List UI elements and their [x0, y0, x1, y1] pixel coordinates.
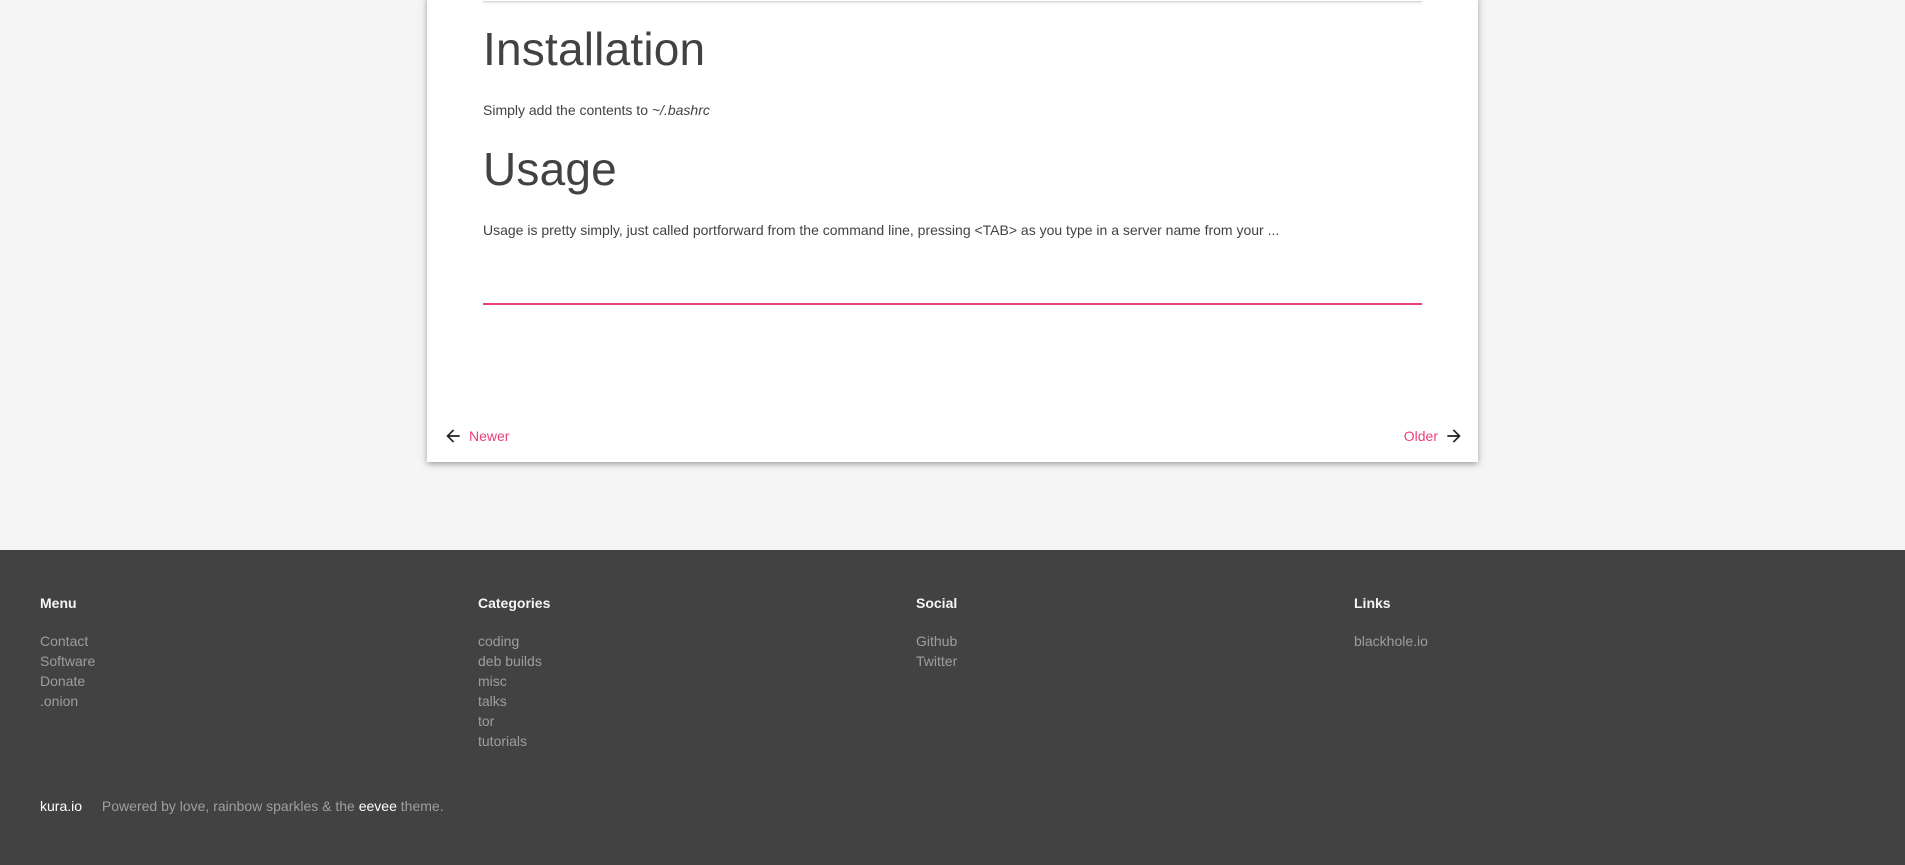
footer-social-list: Github Twitter	[916, 631, 957, 671]
footer-social-title: Social	[916, 595, 958, 611]
footer-menu-column: Menu Contact Software Donate .onion	[40, 593, 95, 711]
footer-theme-link[interactable]: eevee	[359, 798, 397, 814]
footer-social-github[interactable]: Github	[916, 631, 957, 651]
footer-category-tor[interactable]: tor	[478, 711, 550, 731]
footer-category-tutorials[interactable]: tutorials	[478, 731, 550, 751]
footer-category-deb-builds[interactable]: deb builds	[478, 651, 550, 671]
footer-categories-list: coding deb builds misc talks tor tutoria…	[478, 631, 550, 751]
older-label: Older	[1403, 428, 1438, 444]
footer-copyright: kura.io Powered by love, rainbow sparkle…	[40, 798, 444, 814]
footer-links-title: Links	[1354, 595, 1391, 611]
footer-social-column: Social Github Twitter	[916, 593, 957, 671]
usage-heading: Usage	[483, 143, 617, 195]
footer-category-coding[interactable]: coding	[478, 631, 550, 651]
footer-menu-title: Menu	[40, 595, 77, 611]
usage-text: Usage is pretty simply, just called port…	[483, 222, 1280, 238]
site-footer: Menu Contact Software Donate .onion Cate…	[0, 550, 1905, 865]
article-card: Installation Simply add the contents to …	[427, 0, 1478, 462]
newer-label: Newer	[469, 428, 510, 444]
newer-posts-link[interactable]: Newer	[443, 426, 509, 446]
installation-heading: Installation	[483, 23, 706, 75]
footer-brand-link[interactable]: kura.io	[40, 798, 82, 814]
footer-links-column: Links blackhole.io	[1354, 593, 1428, 651]
footer-social-twitter[interactable]: Twitter	[916, 651, 957, 671]
footer-categories-column: Categories coding deb builds misc talks …	[478, 593, 550, 751]
footer-category-talks[interactable]: talks	[478, 691, 550, 711]
footer-menu-list: Contact Software Donate .onion	[40, 631, 95, 711]
installation-text-prefix: Simply add the contents to	[483, 102, 652, 118]
footer-powered-prefix: Powered by love, rainbow sparkles & the	[101, 798, 359, 814]
older-posts-link[interactable]: Older	[1404, 426, 1464, 446]
footer-category-misc[interactable]: misc	[478, 671, 550, 691]
footer-link-onion[interactable]: .onion	[40, 691, 95, 711]
read-more-divider	[483, 303, 1422, 305]
bashrc-filename: ~/.bashrc	[651, 102, 710, 118]
code-block-edge	[483, 0, 1422, 2]
footer-links-list: blackhole.io	[1354, 631, 1428, 651]
arrow-right-icon	[1444, 426, 1464, 446]
footer-powered-suffix: theme.	[396, 798, 444, 814]
footer-link-contact[interactable]: Contact	[40, 631, 95, 651]
installation-text: Simply add the contents to ~/.bashrc	[483, 102, 710, 118]
footer-link-software[interactable]: Software	[40, 651, 95, 671]
page: Installation Simply add the contents to …	[0, 0, 1905, 865]
arrow-left-icon	[443, 426, 463, 446]
footer-link-donate[interactable]: Donate	[40, 671, 95, 691]
footer-link-blackhole[interactable]: blackhole.io	[1354, 631, 1428, 651]
footer-categories-title: Categories	[478, 595, 551, 611]
